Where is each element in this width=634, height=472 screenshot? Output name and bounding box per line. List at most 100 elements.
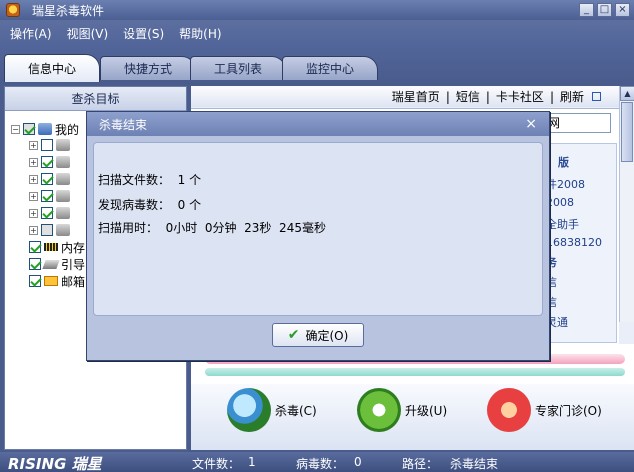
progress-bar-green — [205, 368, 625, 376]
files-count-value: 1 — [248, 455, 256, 469]
menu-settings[interactable]: 设置(S) — [123, 25, 164, 42]
link-bar: 瑞星首页 | 短信 | 卡卡社区 | 刷新 — [191, 86, 619, 107]
menu-view[interactable]: 视图(V) — [67, 25, 109, 42]
web-search-input[interactable]: 网 — [545, 113, 611, 133]
scanned-files-text: 扫描文件数： 1 个 — [98, 173, 202, 187]
tab-shortcuts[interactable]: 快捷方式 — [100, 56, 196, 80]
maximize-button[interactable]: □ — [597, 3, 612, 17]
link-refresh[interactable]: 刷新 — [560, 88, 584, 105]
drive-icon — [56, 156, 70, 168]
checkbox[interactable] — [23, 123, 35, 135]
scan-target-header: 查杀目标 — [5, 87, 186, 111]
dialog-body: 扫描文件数： 1 个 发现病毒数： 0 个 扫描用时： 0小时 0分钟 23秒 … — [93, 142, 543, 316]
app-logo-icon — [6, 3, 20, 17]
tree-label: 我的 — [55, 122, 80, 137]
mail-icon — [44, 276, 58, 286]
tree-row-item[interactable]: + — [29, 137, 73, 153]
ok-label: 确定(O) — [305, 328, 349, 343]
heart-hand-icon — [487, 388, 531, 432]
tree-row-memory[interactable]: 内存 — [29, 239, 85, 255]
action-bar: 杀毒(C) 升级(U) 专家门诊(O) — [191, 384, 634, 450]
popout-icon[interactable] — [592, 92, 601, 101]
checkbox[interactable] — [29, 258, 41, 270]
tab-strip: 信息中心 快捷方式 工具列表 监控中心 — [0, 46, 634, 82]
checkbox[interactable] — [41, 190, 53, 202]
path-label: 路径： — [402, 457, 439, 471]
tab-tools[interactable]: 工具列表 — [190, 56, 286, 80]
scroll-up-icon[interactable]: ▲ — [620, 86, 634, 101]
drive-icon — [56, 207, 70, 219]
tree-row-item[interactable]: + — [29, 154, 73, 170]
cdrom-icon — [56, 224, 70, 236]
expand-icon[interactable]: + — [29, 208, 38, 218]
upgrade-icon — [357, 388, 401, 432]
tab-monitor[interactable]: 监控中心 — [282, 56, 378, 80]
web-link[interactable]: 全助手 — [546, 216, 579, 232]
tree-row-boot[interactable]: 引导 — [29, 256, 85, 272]
tree-row-item[interactable]: + — [29, 205, 73, 221]
title-bar: 瑞星杀毒软件 _ □ × — [0, 0, 634, 20]
checkbox[interactable] — [41, 207, 53, 219]
expand-icon[interactable]: + — [29, 225, 38, 235]
minimize-button[interactable]: _ — [579, 3, 594, 17]
main-window: 瑞星杀毒软件 _ □ × 操作(A) 视图(V) 设置(S) 帮助(H) 信息中… — [0, 0, 634, 472]
web-link[interactable]: 2008 — [546, 196, 574, 209]
dialog-footer: ✔ 确定(O) — [87, 318, 549, 360]
checkbox[interactable] — [41, 156, 53, 168]
dialog-close-button[interactable]: × — [525, 116, 537, 132]
drive-icon — [56, 190, 70, 202]
web-sidebar-box: 版 件2008 2008 全助手 16838120 务 信 信 灵通 — [545, 143, 617, 343]
check-icon: ✔ — [287, 327, 300, 343]
kill-virus-button[interactable]: 杀毒(C) — [227, 388, 317, 432]
expand-icon[interactable]: + — [29, 140, 38, 150]
collapse-icon[interactable]: − — [11, 124, 20, 134]
viruses-found-text: 发现病毒数： 0 个 — [98, 198, 202, 212]
scan-finished-dialog: 杀毒结束 × 扫描文件数： 1 个 发现病毒数： 0 个 扫描用时： 0小时 0… — [86, 111, 550, 361]
tree-row-mail[interactable]: 邮箱 — [29, 273, 85, 289]
kill-virus-label: 杀毒(C) — [275, 403, 317, 418]
window-title: 瑞星杀毒软件 — [32, 3, 105, 18]
drive-icon — [56, 173, 70, 185]
window-controls: _ □ × — [579, 3, 630, 17]
virus-count-value: 0 — [354, 455, 362, 469]
tab-info-center[interactable]: 信息中心 — [4, 54, 100, 82]
menu-bar: 操作(A) 视图(V) 设置(S) 帮助(H) — [0, 20, 634, 46]
checkbox[interactable] — [41, 224, 53, 236]
menu-help[interactable]: 帮助(H) — [179, 25, 221, 42]
tree-row-item[interactable]: + — [29, 171, 73, 187]
expand-icon[interactable]: + — [29, 157, 38, 167]
checkbox[interactable] — [29, 275, 41, 287]
tree-row-my-computer[interactable]: − 我的 — [11, 121, 79, 137]
upgrade-button[interactable]: 升级(U) — [357, 388, 447, 432]
link-community[interactable]: 卡卡社区 — [496, 88, 544, 105]
link-sms[interactable]: 短信 — [456, 88, 480, 105]
dialog-title-bar: 杀毒结束 × — [87, 112, 549, 136]
drive-icon — [56, 139, 70, 151]
expert-clinic-button[interactable]: 专家门诊(O) — [487, 388, 602, 432]
checkbox[interactable] — [29, 241, 41, 253]
web-link[interactable]: 件2008 — [546, 176, 585, 192]
files-count-label: 文件数： — [192, 457, 241, 471]
magnifier-icon — [227, 388, 271, 432]
boot-sector-icon — [42, 259, 60, 269]
ok-button[interactable]: ✔ 确定(O) — [272, 323, 364, 347]
close-button[interactable]: × — [615, 3, 630, 17]
tree-row-item[interactable]: + — [29, 188, 73, 204]
link-home[interactable]: 瑞星首页 — [392, 88, 440, 105]
expand-icon[interactable]: + — [29, 174, 38, 184]
tree-row-item[interactable]: + — [29, 222, 73, 238]
scroll-thumb[interactable] — [621, 102, 633, 162]
checkbox[interactable] — [41, 173, 53, 185]
tree-label: 引导 — [61, 257, 86, 272]
computer-icon — [38, 123, 52, 135]
web-text: 版 — [558, 156, 569, 169]
tree-label: 邮箱 — [61, 274, 86, 289]
dialog-title: 杀毒结束 — [99, 117, 148, 132]
vertical-scrollbar[interactable]: ▲ — [619, 86, 634, 322]
tree-label: 内存 — [61, 240, 86, 255]
web-link[interactable]: 16838120 — [546, 236, 602, 249]
checkbox[interactable] — [41, 139, 53, 151]
scan-duration-text: 扫描用时： 0小时 0分钟 23秒 245毫秒 — [98, 221, 326, 235]
expand-icon[interactable]: + — [29, 191, 38, 201]
menu-operate[interactable]: 操作(A) — [10, 25, 52, 42]
